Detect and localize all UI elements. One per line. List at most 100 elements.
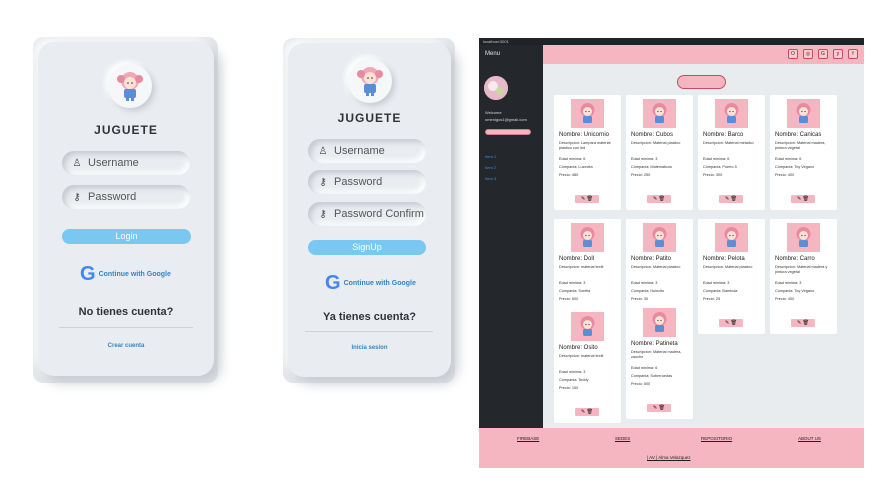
toy-description: Descripcion: Material madera, pintura ve…	[775, 141, 826, 150]
footer-link-repositorio[interactable]: REPOSITORIO	[701, 436, 732, 441]
toy-name: Nombre: Barco	[703, 132, 744, 138]
github-icon[interactable]: O	[788, 49, 798, 59]
toy-min-age: Edad minima: 6	[559, 157, 586, 161]
footer-link-firebase[interactable]: FIREBASE	[517, 436, 539, 441]
toy-card: Nombre: Pelota Descripcion: Material plas…	[698, 219, 765, 334]
toy-image	[715, 99, 748, 128]
toy-name: Nombre: Pelota	[703, 256, 745, 262]
toy-price: Precio: 25	[703, 297, 721, 301]
sidebar-item-2[interactable]: Item 2	[485, 165, 496, 170]
no-account-question: No tienes cuenta?	[78, 306, 174, 318]
toy-company: Compania: Toy Vegano	[775, 289, 815, 293]
toy-company: Compania: Sobreruedas	[631, 374, 673, 378]
footer-link-about-us[interactable]: ABOUT US	[798, 436, 821, 441]
browser-window: localhost:3001 Menu Welcome omenigos1@gm…	[479, 38, 864, 468]
footer-link-sedes[interactable]: SEDES	[615, 436, 630, 441]
sidebar-item-1[interactable]: Item 1	[485, 154, 496, 159]
toy-name: Nombre: Patineta	[631, 341, 678, 347]
password-placeholder: Password	[88, 191, 137, 203]
toy-image	[571, 99, 604, 128]
toy-edit-delete-buttons[interactable]: ✎ 🗑	[647, 195, 671, 203]
username-field[interactable]: ♙ Username	[308, 139, 426, 163]
google-icon[interactable]: G	[818, 49, 828, 59]
toy-edit-delete-buttons[interactable]: ✎ 🗑	[647, 404, 671, 412]
toy-card: Nombre: Unicornio Descripcion: Lampara ma…	[554, 95, 621, 210]
username-field[interactable]: ♙ Username	[62, 151, 190, 175]
toy-price: Precio: 30	[631, 297, 649, 301]
sidebar-item-3[interactable]: Item 3	[485, 176, 496, 181]
toy-name: Nombre: Carro	[775, 256, 815, 262]
footer-credit: | AV | Alma Velazquez	[647, 455, 691, 460]
toy-image	[643, 308, 676, 337]
toy-description: Descripcion: Material metalico	[703, 141, 754, 145]
create-account-link[interactable]: Crear cuenta	[38, 343, 214, 349]
toy-description: Descripcion: Material madera, caucho	[631, 350, 682, 359]
username-placeholder: Username	[88, 157, 139, 169]
toy-price: Precio: 250	[631, 173, 651, 177]
key-icon: ⚷	[319, 176, 327, 188]
toy-price: Precio: 400	[775, 297, 795, 301]
toy-min-age: Edad minima: 6	[703, 157, 730, 161]
browser-url-bar[interactable]: localhost:3001	[479, 38, 864, 45]
toy-card: Nombre: Barco Descripcion: Material metal…	[698, 95, 765, 210]
toy-name: Nombre: Patito	[631, 256, 672, 262]
toy-image	[643, 99, 676, 128]
toy-company: Compania: Teddy	[559, 378, 589, 382]
toy-name: Nombre: Canicas	[775, 132, 822, 138]
toy-company: Compania: Toy Vegano	[775, 165, 815, 169]
toy-company: Compania: Puerto 5	[703, 165, 737, 169]
toy-card: Nombre: Canicas Descripcion: Material mad…	[770, 95, 837, 210]
sidebar: Menu Welcome omenigos1@gmail.com Item 1 …	[479, 45, 543, 428]
toy-min-age: Edad minima: 3	[703, 281, 730, 285]
password-confirm-field[interactable]: ⚷ Password Confirm	[308, 202, 426, 226]
toy-edit-delete-buttons[interactable]: ✎ 🗑	[719, 195, 743, 203]
google-icon: G	[80, 263, 96, 285]
toy-edit-delete-buttons[interactable]: ✎ 🗑	[791, 319, 815, 327]
login-button[interactable]: Login	[62, 229, 191, 244]
toy-name: Nombre: Doll	[559, 256, 595, 262]
url-text: localhost:3001	[483, 39, 509, 44]
toy-edit-delete-buttons[interactable]: ✎ 🗑	[791, 195, 815, 203]
toy-min-age: Edad minima: 3	[775, 281, 802, 285]
toy-price: Precio: 500	[559, 297, 579, 301]
login-link[interactable]: Inicia sesion	[288, 345, 451, 351]
password-field[interactable]: ⚷ Password	[308, 170, 426, 194]
login-card: JUGUETE ♙ Username ⚷ Password Login G Co…	[38, 42, 214, 376]
toy-card: Nombre: Patineta Descripcion: Material ma…	[626, 304, 693, 419]
password-field[interactable]: ⚷ Password	[62, 185, 190, 209]
toy-image	[571, 312, 604, 341]
toy-price: Precio: 150	[559, 386, 579, 390]
instagram-icon[interactable]: ◎	[803, 49, 813, 59]
facebook-icon[interactable]: f	[848, 49, 858, 59]
toy-name: Nombre: Unicornio	[559, 132, 610, 138]
footer: FIREBASE SEDES REPOSITORIO ABOUT US | AV…	[479, 428, 864, 468]
toy-card: Nombre: Carro Descripcion: Material mader…	[770, 219, 837, 334]
toy-card: Nombre: Cubos Descripcion: Material plast…	[626, 95, 693, 210]
toy-edit-delete-buttons[interactable]: ✎ 🗑	[719, 319, 743, 327]
add-toy-button[interactable]	[677, 75, 726, 89]
google-signup-button[interactable]: G Continue with Google	[325, 273, 416, 293]
toy-company: Compania: Bambola	[703, 289, 738, 293]
signup-button[interactable]: SignUp	[308, 240, 426, 255]
user-email: omenigos1@gmail.com	[485, 117, 527, 122]
user-icon: ♙	[72, 157, 82, 169]
toy-price: Precio: 480	[559, 173, 579, 177]
password-placeholder: Password	[334, 176, 383, 188]
google-login-label: Continue with Google	[98, 270, 171, 278]
toy-min-age: Edad minima: 3	[631, 281, 658, 285]
toy-min-age: Edad minima: 6	[631, 366, 658, 370]
signup-card: JUGUETE ♙ Username ⚷ Password ⚷ Password…	[288, 43, 451, 377]
toy-image	[715, 223, 748, 252]
toy-company: Compania: Sorella	[559, 289, 591, 293]
toy-edit-delete-buttons[interactable]: ✎ 🗑	[575, 408, 599, 416]
brand-title: JUGUETE	[337, 111, 402, 125]
logout-button[interactable]	[485, 129, 531, 135]
toy-name: Nombre: Cubos	[631, 132, 674, 138]
password-confirm-placeholder: Password Confirm	[334, 208, 424, 220]
google-login-button[interactable]: G Continue with Google	[80, 264, 171, 284]
toy-image	[787, 99, 820, 128]
toy-price: Precio: 300	[703, 173, 723, 177]
toy-edit-delete-buttons[interactable]: ✎ 🗑	[575, 195, 599, 203]
twitter-icon[interactable]: y	[833, 49, 843, 59]
toy-card: Nombre: Osito Descripcion: material texti…	[554, 308, 621, 423]
